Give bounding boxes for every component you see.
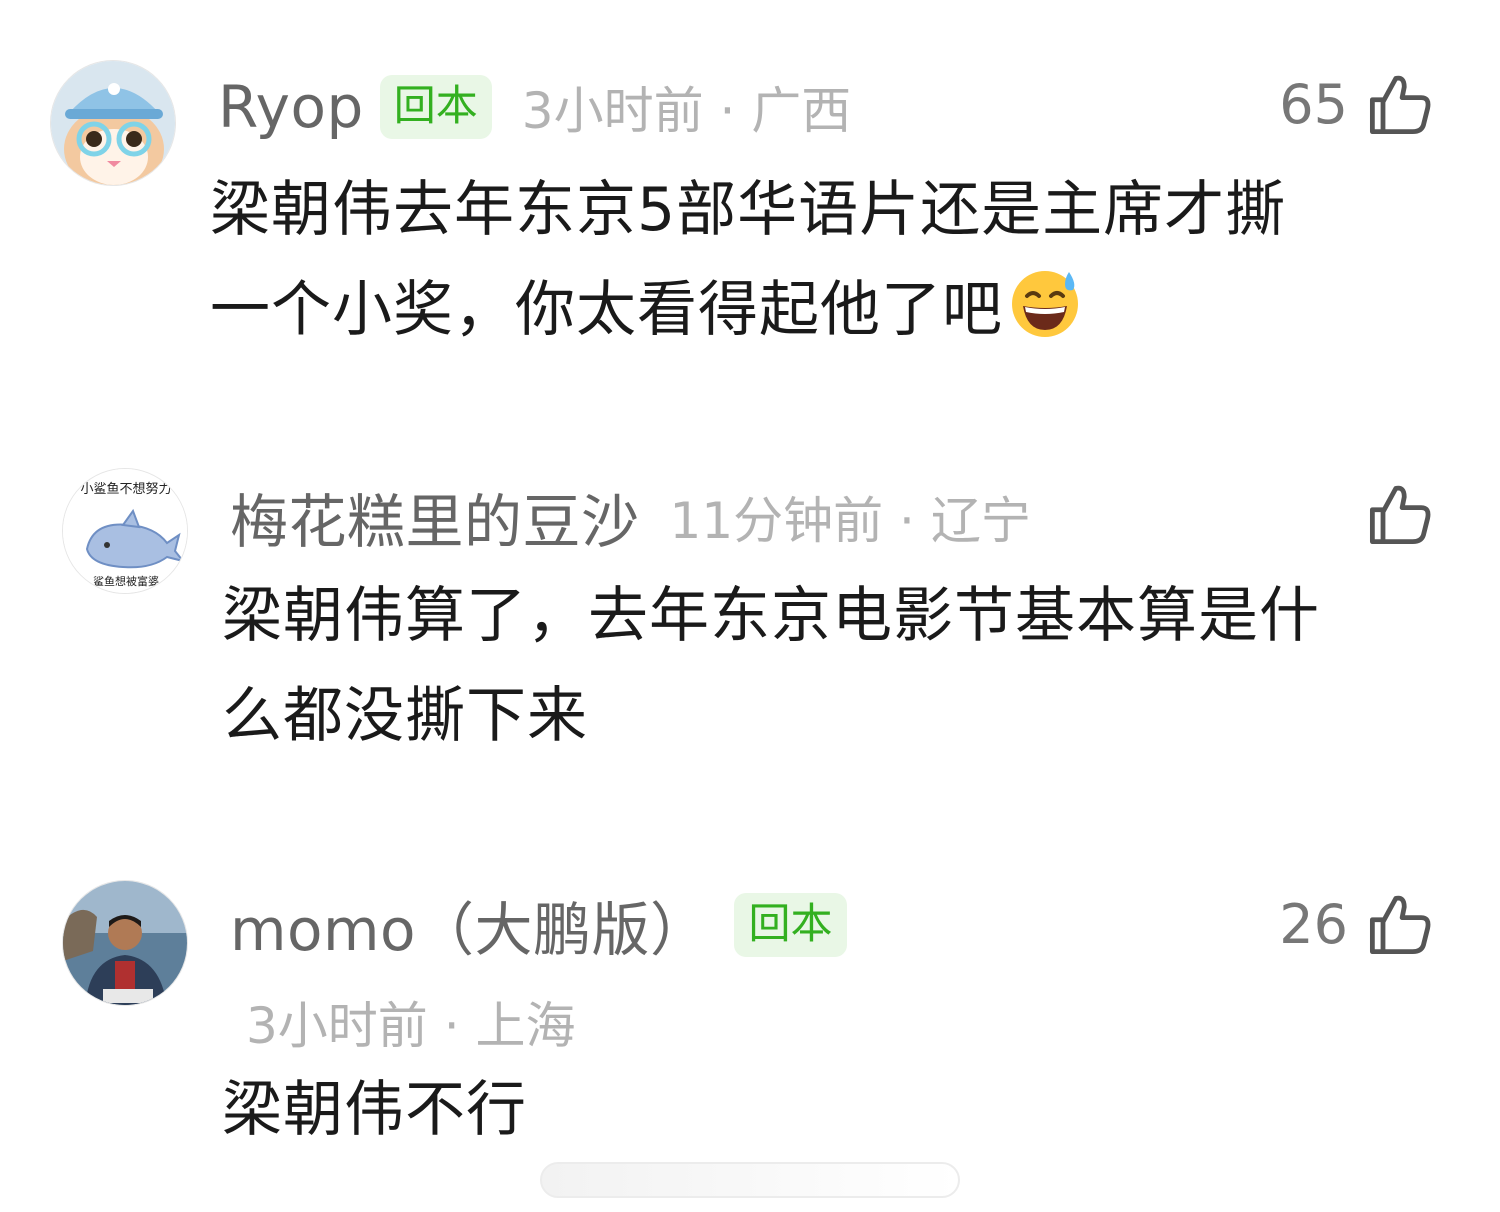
user-avatar[interactable] <box>62 880 188 1006</box>
time-location: 3小时前 · 广西 <box>521 82 852 140</box>
comment-line: 梁朝伟算了，去年东京电影节基本算是什 <box>222 581 1320 651</box>
like-button[interactable] <box>1366 476 1434 552</box>
comment-text: 梁朝伟去年东京5部华语片还是主席才撕 一个小奖，你太看得起他了吧 <box>210 160 1286 360</box>
avatar-caption-top: 小鲨鱼不想努力 <box>80 481 171 497</box>
comment-meta: momo（大鹏版） 回本 <box>230 890 847 964</box>
comment-line: 么都没撕下来 <box>222 681 588 751</box>
comment-line: 梁朝伟去年东京5部华语片还是主席才撕 <box>210 175 1287 245</box>
like-button[interactable]: 26 <box>1279 886 1434 962</box>
username[interactable]: Ryop <box>218 73 364 141</box>
whale-avatar-icon: 小鲨鱼不想努力 鲨鱼想被富婆 <box>63 469 187 593</box>
comment-line: 一个小奖，你太看得起他了吧 <box>210 275 1003 345</box>
avatar-caption-bottom: 鲨鱼想被富婆 <box>93 574 159 588</box>
username[interactable]: 梅花糕里的豆沙 <box>230 475 640 559</box>
username[interactable]: momo（大鹏版） <box>230 883 708 967</box>
comment-line-with-emoji: 一个小奖，你太看得起他了吧 <box>210 260 1286 360</box>
like-count: 26 <box>1279 892 1348 956</box>
like-count: 65 <box>1279 72 1348 136</box>
thumbs-up-icon <box>1369 485 1431 545</box>
time-location: 3小时前 · 上海 <box>246 997 576 1055</box>
cat-avatar-icon <box>51 61 175 185</box>
thumbs-up-icon <box>1369 75 1431 135</box>
comment-text: 梁朝伟算了，去年东京电影节基本算是什 么都没撕下来 <box>222 566 1320 766</box>
like-button[interactable]: 65 <box>1279 66 1434 142</box>
home-indicator[interactable] <box>540 1162 960 1198</box>
user-avatar[interactable] <box>50 60 176 186</box>
time-location: 11分钟前 · 辽宁 <box>669 492 1031 550</box>
user-avatar[interactable]: 小鲨鱼不想努力 鲨鱼想被富婆 <box>62 468 188 594</box>
status-badge: 回本 <box>734 893 847 957</box>
comment-line: 梁朝伟不行 <box>222 1075 527 1145</box>
thumbs-up-icon <box>1369 895 1431 955</box>
man-photo-avatar-icon <box>63 881 187 1005</box>
comment-meta: Ryop 回本 3小时前 · 广西 <box>218 72 851 142</box>
comment-meta: 梅花糕里的豆沙 11分钟前 · 辽宁 <box>230 482 1031 556</box>
status-badge: 回本 <box>379 75 492 139</box>
comment-text: 梁朝伟不行 <box>222 1060 527 1160</box>
grinning-sweat-emoji-icon <box>1012 271 1078 337</box>
